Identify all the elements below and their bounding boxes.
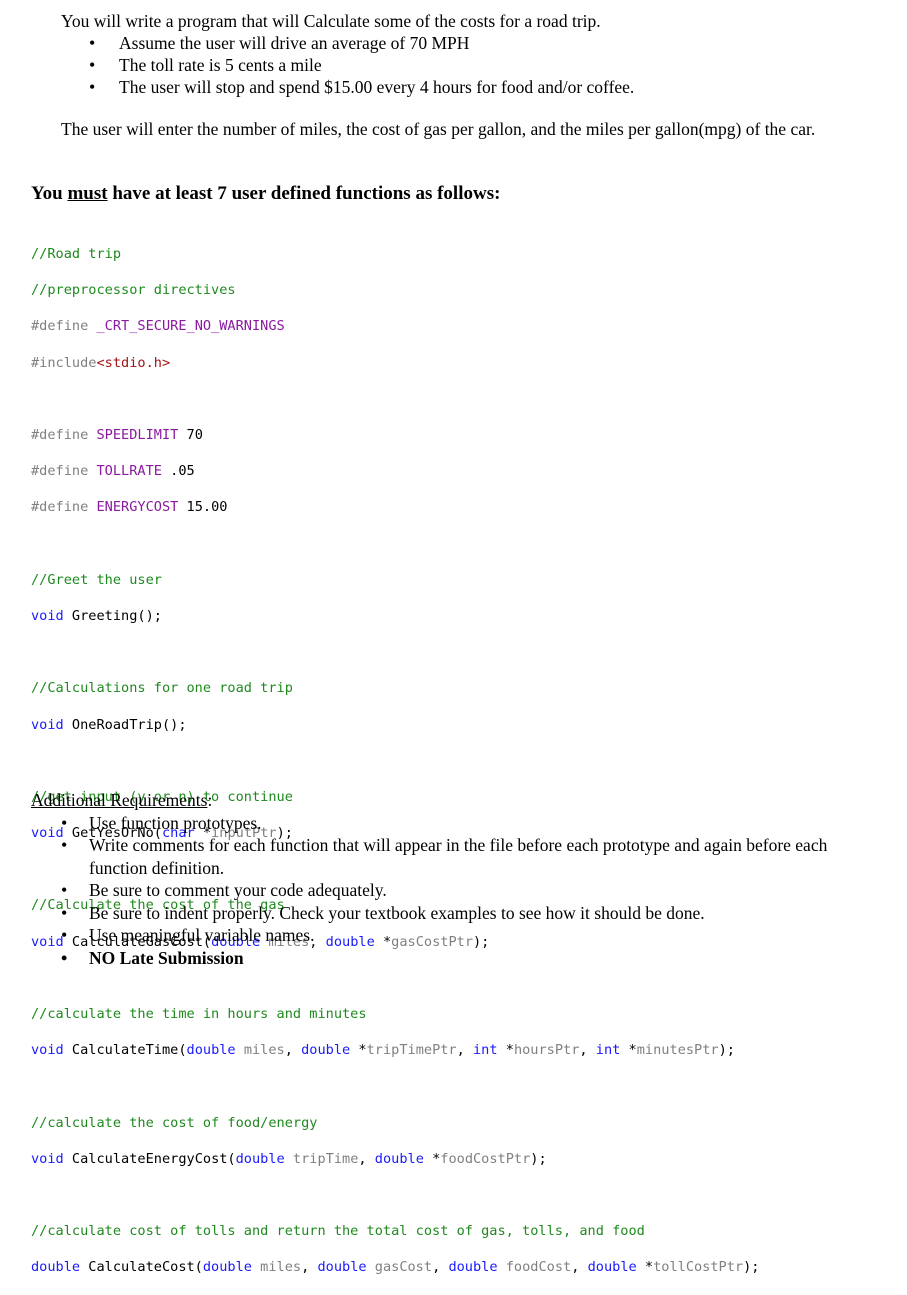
keyword: double — [186, 1042, 236, 1059]
macro-name: ENERGYCOST — [96, 499, 179, 516]
code-line: #define _CRT_SECURE_NO_WARNINGS — [31, 317, 759, 335]
code-block: //Road trip //preprocessor directives #d… — [31, 227, 759, 1295]
preprocessor-directive: #include — [31, 354, 97, 371]
code-line: //calculate the time in hours and minute… — [31, 1005, 759, 1023]
keyword: double — [448, 1259, 498, 1276]
preprocessor-directive: #define — [31, 318, 97, 335]
code-line: //Calculations for one road trip — [31, 679, 759, 697]
requirements-heading: Additional Requirements: — [31, 789, 881, 812]
keyword: double — [317, 1259, 367, 1276]
code-line: void CalculateEnergyCost(double tripTime… — [31, 1150, 547, 1167]
parameter: tripTimePtr — [366, 1042, 457, 1059]
parameter: foodCost — [505, 1259, 572, 1276]
keyword: double — [374, 1150, 424, 1167]
keyword: double — [587, 1259, 637, 1276]
function-prototype: CalculateTime( — [63, 1042, 187, 1059]
macro-value: 15.00 — [178, 499, 228, 516]
requirement-item: Use meaningful variable names. — [31, 924, 881, 947]
code-comment: //Greet the user — [31, 571, 162, 588]
code-line: //preprocessor directives — [31, 281, 759, 299]
code-line: void CalculateTime(double miles, double … — [31, 1042, 735, 1059]
code-line: #define SPEEDLIMIT 70 — [31, 426, 759, 444]
keyword: void — [31, 1042, 64, 1059]
requirement-item: Be sure to indent properly. Check your t… — [31, 902, 881, 925]
requirement-item: Write comments for each function that wi… — [31, 834, 881, 879]
code-line: void Greeting(); — [31, 607, 759, 625]
keyword: int — [473, 1042, 498, 1059]
requirement-item: Use function prototypes. — [31, 812, 881, 835]
macro-name: SPEEDLIMIT — [96, 427, 179, 444]
code-comment: //calculate cost of tolls and return the… — [31, 1223, 645, 1240]
function-prototype: Greeting(); — [63, 607, 162, 624]
keyword: double — [301, 1042, 351, 1059]
macro-value: .05 — [161, 463, 195, 480]
heading-prefix: You — [31, 183, 68, 204]
keyword: double — [31, 1259, 81, 1276]
parameter: miles — [260, 1259, 302, 1276]
parameter: miles — [243, 1042, 285, 1059]
requirements-colon: : — [207, 790, 213, 810]
function-prototype: OneRoadTrip(); — [63, 716, 187, 733]
code-line: //calculate the cost of food/energy — [31, 1114, 759, 1132]
functions-heading: You must have at least 7 user defined fu… — [31, 183, 500, 205]
keyword: int — [595, 1042, 621, 1059]
parameter: hoursPtr — [513, 1042, 580, 1059]
code-comment: //preprocessor directives — [31, 282, 236, 299]
code-comment: //Road trip — [31, 246, 122, 263]
requirement-item: Be sure to comment your code adequately. — [31, 879, 881, 902]
keyword: void — [31, 1150, 64, 1167]
keyword: double — [202, 1259, 252, 1276]
parameter: tripTime — [292, 1150, 359, 1167]
macro-value: 70 — [178, 427, 203, 444]
preprocessor-directive: #define — [31, 463, 97, 480]
parameter: tollCostPtr — [653, 1259, 744, 1276]
macro-name: TOLLRATE — [96, 463, 162, 480]
code-line: double CalculateCost(double miles, doubl… — [31, 1259, 760, 1276]
code-comment: //Calculations for one road trip — [31, 680, 293, 697]
heading-suffix: have at least 7 user defined functions a… — [107, 183, 501, 204]
requirements-title: Additional Requirements — [31, 790, 208, 810]
code-line: #include<stdio.h> — [31, 354, 759, 372]
code-comment: //calculate the cost of food/energy — [31, 1114, 318, 1131]
parameter: gasCost — [374, 1259, 433, 1276]
assumptions-list: Assume the user will drive an average of… — [61, 32, 634, 98]
keyword: double — [235, 1150, 285, 1167]
preprocessor-directive: #define — [31, 427, 97, 444]
code-line: void OneRoadTrip(); — [31, 716, 759, 734]
assumption-item: The toll rate is 5 cents a mile — [61, 54, 634, 76]
additional-requirements: Additional Requirements: Use function pr… — [31, 789, 881, 969]
function-prototype: CalculateEnergyCost( — [63, 1150, 236, 1167]
code-line: //Greet the user — [31, 571, 759, 589]
requirements-list: Use function prototypes. Write comments … — [31, 812, 881, 970]
include-file: <stdio.h> — [96, 354, 171, 371]
code-line: #define TOLLRATE .05 — [31, 462, 759, 480]
assumption-item: Assume the user will drive an average of… — [61, 32, 634, 54]
parameter: minutesPtr — [636, 1042, 719, 1059]
code-comment: //calculate the time in hours and minute… — [31, 1006, 367, 1023]
keyword: void — [31, 607, 64, 624]
parameter: foodCostPtr — [440, 1150, 531, 1167]
input-note: The user will enter the number of miles,… — [61, 119, 816, 139]
macro-name: _CRT_SECURE_NO_WARNINGS — [96, 318, 285, 335]
code-line: //calculate cost of tolls and return the… — [31, 1222, 759, 1240]
code-line: //Road trip — [31, 245, 759, 263]
intro-lead: You will write a program that will Calcu… — [61, 11, 601, 31]
requirement-item-no-late: NO Late Submission — [31, 947, 881, 970]
assumption-item: The user will stop and spend $15.00 ever… — [61, 76, 634, 98]
preprocessor-directive: #define — [31, 499, 97, 516]
code-line: #define ENERGYCOST 15.00 — [31, 498, 759, 516]
keyword: void — [31, 716, 64, 733]
intro-section: You will write a program that will Calcu… — [61, 10, 634, 98]
heading-emphasis: must — [67, 183, 108, 204]
function-prototype: CalculateCost( — [80, 1259, 203, 1276]
